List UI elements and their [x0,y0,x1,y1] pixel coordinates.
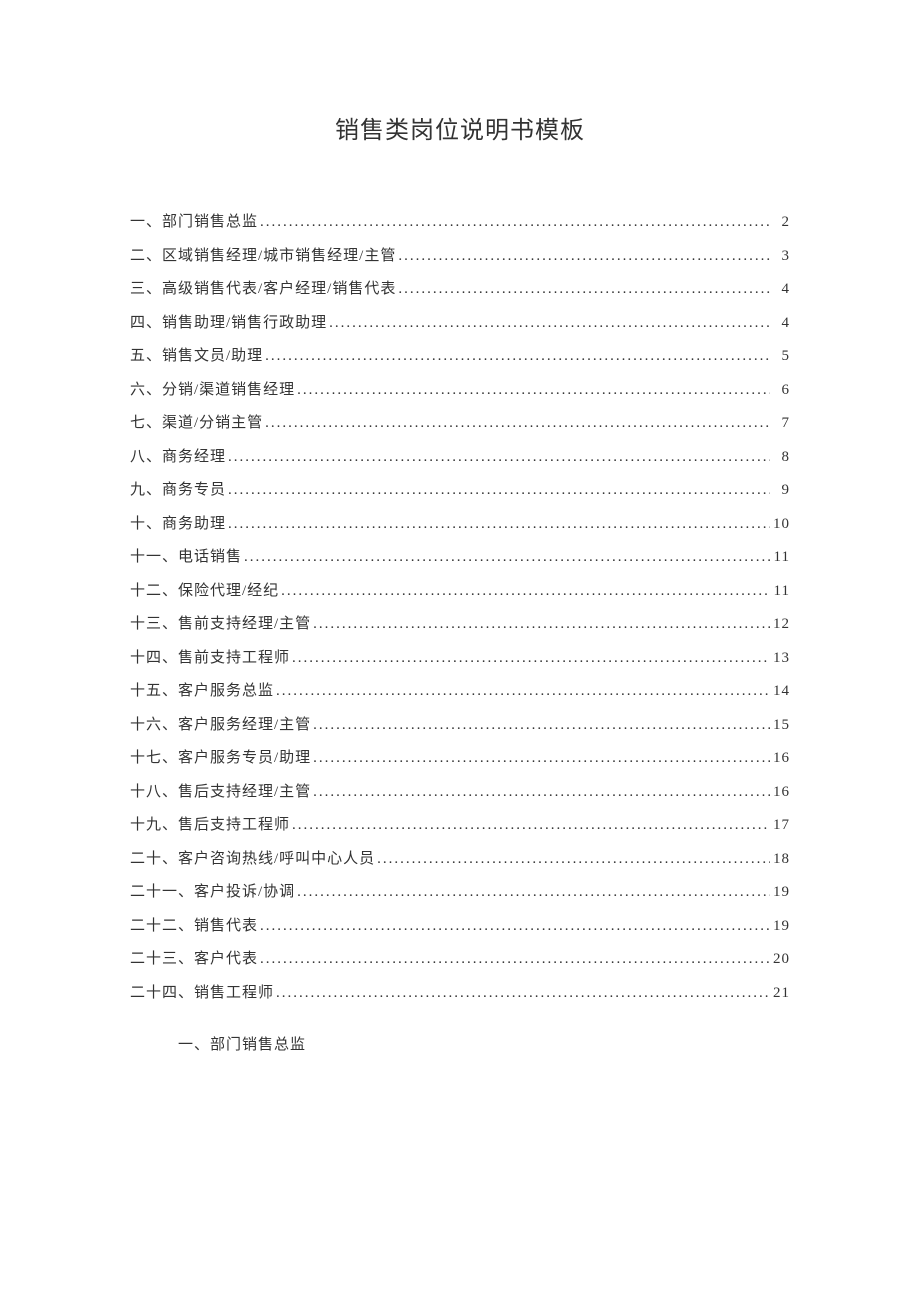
toc-leader [258,952,770,967]
toc-entry: 十、商务助理 10 [130,517,790,532]
toc-page: 14 [770,684,790,699]
toc-label: 十七、客户服务专员/助理 [130,751,311,766]
toc-entry: 一、部门销售总监 2 [130,215,790,230]
toc-entry: 七、渠道/分销主管 7 [130,416,790,431]
toc-page: 11 [770,584,790,599]
toc-page: 17 [770,818,790,833]
toc-page: 19 [770,885,790,900]
toc-label: 二十二、销售代表 [130,919,258,934]
toc-entry: 九、商务专员 9 [130,483,790,498]
toc-entry: 五、销售文员/助理 5 [130,349,790,364]
toc-leader [396,282,770,297]
toc-page: 7 [770,416,790,431]
toc-page: 3 [770,249,790,264]
toc-label: 十八、售后支持经理/主管 [130,785,311,800]
toc-leader [226,517,770,532]
toc-label: 二十三、客户代表 [130,952,258,967]
toc-leader [258,215,770,230]
toc-page: 21 [770,986,790,1001]
toc-page: 15 [770,718,790,733]
toc-entry: 十六、客户服务经理/主管 15 [130,718,790,733]
toc-leader [396,249,770,264]
toc-leader [295,383,770,398]
toc-entry: 三、高级销售代表/客户经理/销售代表 4 [130,282,790,297]
toc-entry: 十一、电话销售 11 [130,550,790,565]
toc-page: 12 [770,617,790,632]
toc-page: 16 [770,751,790,766]
toc-page: 18 [770,852,790,867]
toc-label: 五、销售文员/助理 [130,349,263,364]
toc-label: 十二、保险代理/经纪 [130,584,279,599]
toc-label: 三、高级销售代表/客户经理/销售代表 [130,282,396,297]
toc-leader [258,919,770,934]
toc-entry: 二十一、客户投诉/协调 19 [130,885,790,900]
toc-page: 11 [770,550,790,565]
toc-entry: 十三、售前支持经理/主管 12 [130,617,790,632]
toc-page: 16 [770,785,790,800]
toc-leader [295,885,770,900]
toc-entry: 十七、客户服务专员/助理 16 [130,751,790,766]
toc-leader [311,751,770,766]
toc-leader [263,416,770,431]
toc-label: 一、部门销售总监 [130,215,258,230]
toc-leader [226,483,770,498]
toc-label: 七、渠道/分销主管 [130,416,263,431]
toc-leader [279,584,770,599]
section-heading: 一、部门销售总监 [130,1033,790,1054]
toc-page: 4 [770,316,790,331]
toc-leader [290,651,770,666]
toc-entry: 十四、售前支持工程师 13 [130,651,790,666]
toc-label: 八、商务经理 [130,450,226,465]
toc-label: 六、分销/渠道销售经理 [130,383,295,398]
table-of-contents: 一、部门销售总监 2 二、区域销售经理/城市销售经理/主管 3 三、高级销售代表/客… [130,215,790,1001]
toc-label: 十、商务助理 [130,517,226,532]
toc-label: 九、商务专员 [130,483,226,498]
toc-label: 四、销售助理/销售行政助理 [130,316,327,331]
toc-entry: 二十四、销售工程师 21 [130,986,790,1001]
toc-page: 8 [770,450,790,465]
toc-leader [375,852,770,867]
toc-page: 9 [770,483,790,498]
toc-entry: 二十二、销售代表 19 [130,919,790,934]
toc-leader [226,450,770,465]
document-title: 销售类岗位说明书模板 [130,110,790,145]
toc-leader [242,550,770,565]
toc-entry: 八、商务经理 8 [130,450,790,465]
toc-page: 13 [770,651,790,666]
toc-entry: 二十三、客户代表 20 [130,952,790,967]
toc-entry: 十五、客户服务总监 14 [130,684,790,699]
toc-leader [274,684,770,699]
toc-label: 二十四、销售工程师 [130,986,274,1001]
toc-label: 二十一、客户投诉/协调 [130,885,295,900]
toc-entry: 六、分销/渠道销售经理 6 [130,383,790,398]
toc-page: 10 [770,517,790,532]
toc-label: 十三、售前支持经理/主管 [130,617,311,632]
toc-leader [274,986,770,1001]
toc-label: 二、区域销售经理/城市销售经理/主管 [130,249,396,264]
toc-label: 十四、售前支持工程师 [130,651,290,666]
toc-page: 4 [770,282,790,297]
toc-leader [290,818,770,833]
toc-leader [311,785,770,800]
toc-label: 十五、客户服务总监 [130,684,274,699]
toc-entry: 二十、客户咨询热线/呼叫中心人员 18 [130,852,790,867]
toc-page: 20 [770,952,790,967]
toc-entry: 十八、售后支持经理/主管 16 [130,785,790,800]
toc-leader [311,617,770,632]
toc-page: 2 [770,215,790,230]
toc-leader [327,316,770,331]
toc-entry: 十二、保险代理/经纪 11 [130,584,790,599]
toc-label: 十九、售后支持工程师 [130,818,290,833]
toc-entry: 四、销售助理/销售行政助理 4 [130,316,790,331]
toc-label: 十六、客户服务经理/主管 [130,718,311,733]
toc-leader [263,349,770,364]
toc-label: 十一、电话销售 [130,550,242,565]
toc-leader [311,718,770,733]
toc-entry: 二、区域销售经理/城市销售经理/主管 3 [130,249,790,264]
toc-page: 5 [770,349,790,364]
toc-entry: 十九、售后支持工程师 17 [130,818,790,833]
toc-page: 6 [770,383,790,398]
toc-page: 19 [770,919,790,934]
toc-label: 二十、客户咨询热线/呼叫中心人员 [130,852,375,867]
